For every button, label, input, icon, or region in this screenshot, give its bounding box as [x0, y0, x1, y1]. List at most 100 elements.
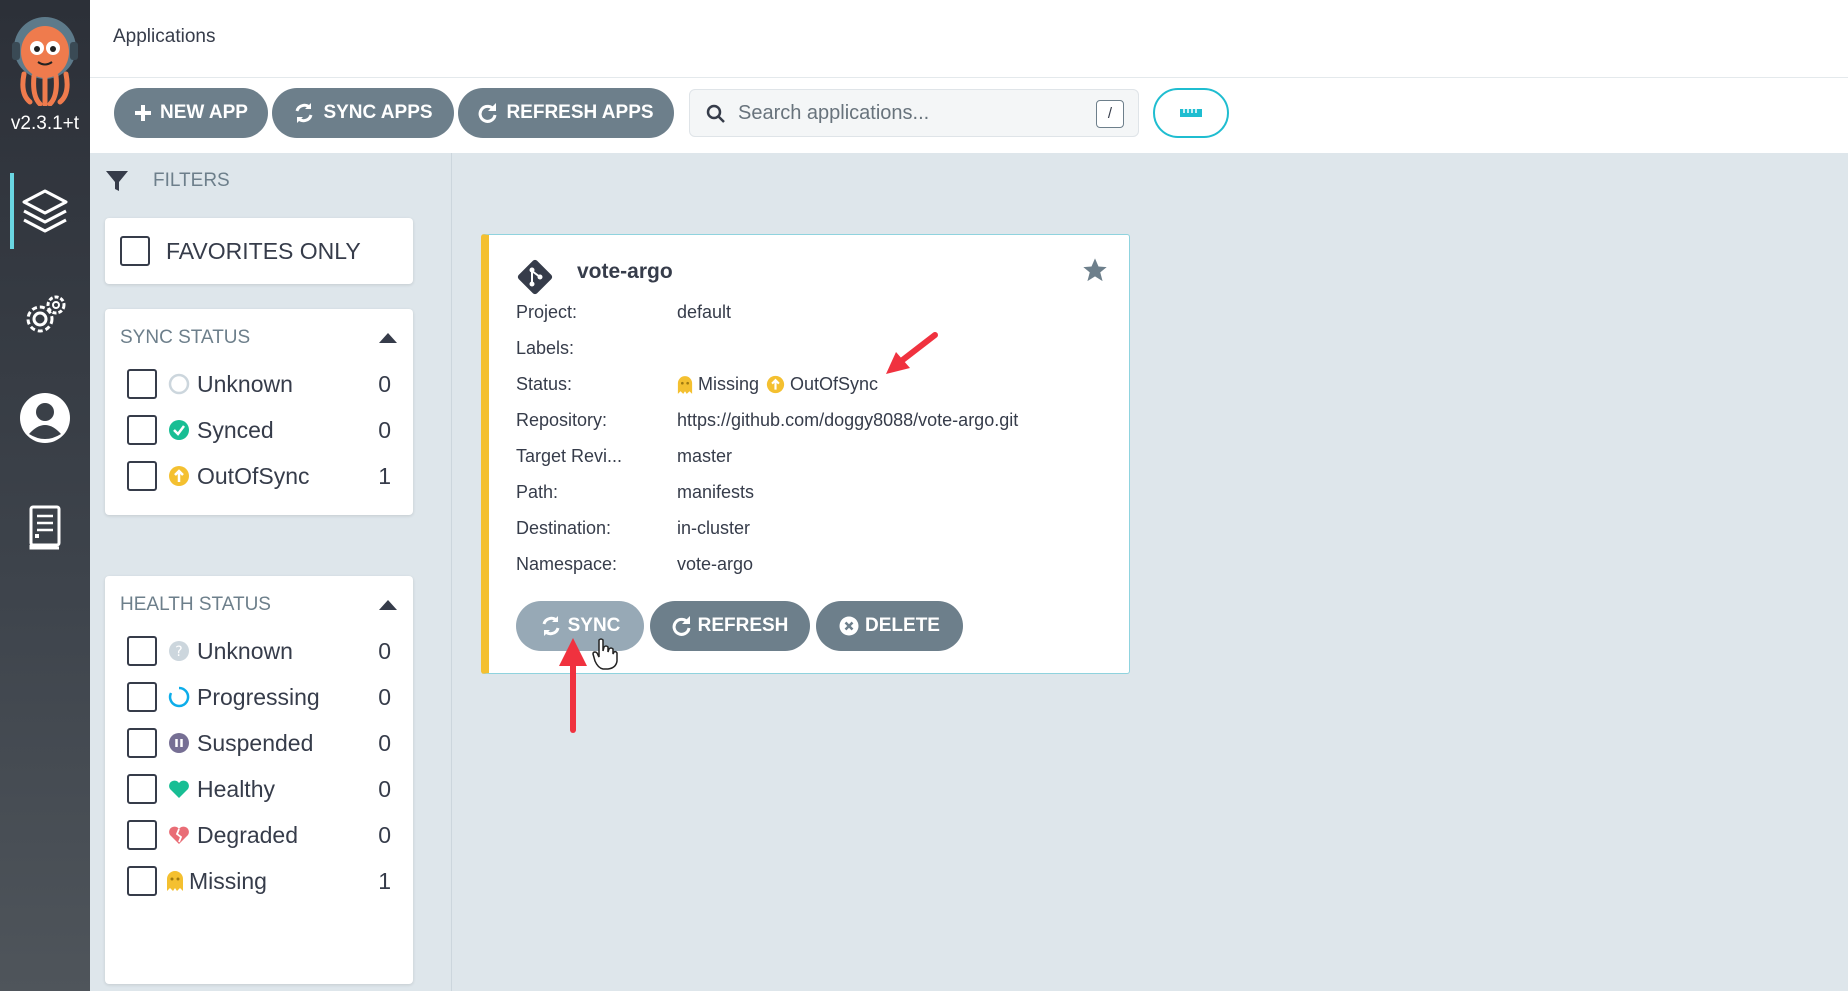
- field-key: Status:: [516, 374, 573, 394]
- sync-apps-label: SYNC APPS: [323, 102, 433, 123]
- sync-label: SYNC: [567, 615, 621, 636]
- ghost-icon: [677, 375, 693, 394]
- field-key: Namespace:: [516, 554, 618, 574]
- filter-count: 0: [378, 729, 391, 756]
- pause-circle-icon: [167, 732, 191, 754]
- docs-icon: [29, 505, 61, 550]
- sync-apps-button[interactable]: SYNC APPS: [272, 88, 454, 138]
- new-app-button[interactable]: NEW APP: [114, 88, 268, 138]
- filter-row[interactable]: OutOfSync 1: [127, 458, 397, 494]
- toolbar: NEW APP SYNC APPS REFRESH APPS Search ap…: [90, 78, 1848, 153]
- field-value: master: [677, 446, 733, 466]
- filter-row[interactable]: ? Unknown 0: [127, 633, 397, 669]
- collapse-caret-icon[interactable]: [379, 600, 397, 610]
- page-title: Applications: [113, 26, 216, 47]
- filter-count: 1: [378, 462, 391, 489]
- favorites-checkbox[interactable]: [120, 236, 150, 266]
- annotation-arrow-status: [886, 332, 938, 374]
- check-circle-icon: [167, 419, 191, 441]
- field-key: Target Revi...: [516, 446, 623, 466]
- filter-count: 0: [378, 821, 391, 848]
- filter-checkbox[interactable]: [127, 415, 157, 445]
- refresh-label: REFRESH: [697, 615, 789, 636]
- filter-row[interactable]: Suspended 0: [127, 725, 397, 761]
- filter-count: 0: [378, 416, 391, 443]
- filter-checkbox[interactable]: [127, 866, 157, 896]
- filter-label: Unknown: [197, 370, 293, 397]
- filter-label: OutOfSync: [197, 462, 310, 489]
- nav-docs[interactable]: [0, 487, 90, 567]
- filter-checkbox[interactable]: [127, 369, 157, 399]
- hand-cursor-icon: [592, 638, 618, 670]
- question-circle-icon: ?: [167, 640, 191, 662]
- filter-label: Missing: [189, 867, 267, 894]
- filters-title: FILTERS: [153, 170, 230, 191]
- refresh-icon: [672, 616, 691, 636]
- nav-user-info[interactable]: [0, 378, 90, 458]
- filter-checkbox[interactable]: [127, 774, 157, 804]
- annotation-arrow-sync: [559, 638, 587, 733]
- field-key: Project:: [516, 302, 578, 322]
- filter-row[interactable]: Unknown 0: [127, 366, 397, 402]
- refresh-apps-label: REFRESH APPS: [506, 102, 654, 123]
- search-box[interactable]: Search applications... /: [689, 89, 1139, 137]
- filter-label: Suspended: [197, 729, 314, 756]
- filter-count: 0: [378, 775, 391, 802]
- filter-row[interactable]: Healthy 0: [127, 771, 397, 807]
- filters-header: FILTERS: [105, 169, 230, 193]
- ghost-icon: [163, 870, 187, 892]
- version-label: v2.3.1+t: [10, 113, 80, 134]
- health-status-filter: HEALTH STATUS ? Unknown 0 Progressing 0 …: [105, 576, 413, 984]
- filter-row[interactable]: Missing 1: [127, 863, 397, 899]
- gears-icon: [26, 295, 66, 333]
- app-tile[interactable]: vote-argo Project: default Labels: Statu…: [481, 234, 1130, 674]
- view-toggle-button[interactable]: [1153, 88, 1229, 138]
- nav-settings[interactable]: [0, 276, 90, 356]
- app-name[interactable]: vote-argo: [577, 260, 673, 284]
- refresh-button[interactable]: REFRESH: [650, 601, 810, 651]
- filter-icon: [106, 171, 128, 191]
- filters-panel: FILTERS FAVORITES ONLY SYNC STATUS Unkno…: [90, 153, 452, 991]
- filter-checkbox[interactable]: [127, 728, 157, 758]
- heart-icon: [167, 779, 191, 799]
- svg-text:?: ?: [175, 644, 182, 660]
- left-nav: v2.3.1+t: [0, 0, 90, 991]
- field-value: https://github.com/doggy8088/vote-argo.g…: [677, 410, 1019, 430]
- field-key: Destination:: [516, 518, 612, 538]
- arrow-up-circle-icon: [167, 465, 191, 487]
- health-status-text: Missing: [698, 374, 760, 394]
- new-app-label: NEW APP: [160, 102, 248, 123]
- delete-label: DELETE: [865, 615, 940, 636]
- filter-checkbox[interactable]: [127, 461, 157, 491]
- health-status-title: HEALTH STATUS: [120, 594, 271, 615]
- argo-logo: [12, 17, 78, 106]
- close-circle-icon: [839, 616, 859, 636]
- star-icon[interactable]: [1081, 256, 1109, 284]
- broken-heart-icon: [167, 825, 191, 845]
- filter-checkbox[interactable]: [127, 682, 157, 712]
- refresh-apps-button[interactable]: REFRESH APPS: [458, 88, 674, 138]
- arrow-up-circle-icon: [766, 375, 785, 394]
- filter-row[interactable]: Synced 0: [127, 412, 397, 448]
- field-key: Labels:: [516, 338, 575, 358]
- nav-applications[interactable]: [0, 171, 90, 251]
- search-shortcut-key: /: [1096, 100, 1124, 128]
- filter-count: 0: [378, 370, 391, 397]
- field-value: vote-argo: [677, 554, 754, 574]
- favorites-label: FAVORITES ONLY: [166, 237, 361, 264]
- favorites-filter[interactable]: FAVORITES ONLY: [105, 218, 413, 284]
- filter-label: Unknown: [197, 637, 293, 664]
- delete-button[interactable]: DELETE: [816, 601, 963, 651]
- git-icon: [517, 259, 553, 295]
- filter-row[interactable]: Progressing 0: [127, 679, 397, 715]
- sync-icon: [542, 616, 560, 636]
- plus-icon: [135, 105, 152, 121]
- collapse-caret-icon[interactable]: [379, 333, 397, 343]
- filter-label: Degraded: [197, 821, 299, 848]
- filter-row[interactable]: Degraded 0: [127, 817, 397, 853]
- filter-label: Healthy: [197, 775, 275, 802]
- filter-checkbox[interactable]: [127, 636, 157, 666]
- filter-checkbox[interactable]: [127, 820, 157, 850]
- sync-icon: [295, 103, 313, 123]
- filter-label: Synced: [197, 416, 274, 443]
